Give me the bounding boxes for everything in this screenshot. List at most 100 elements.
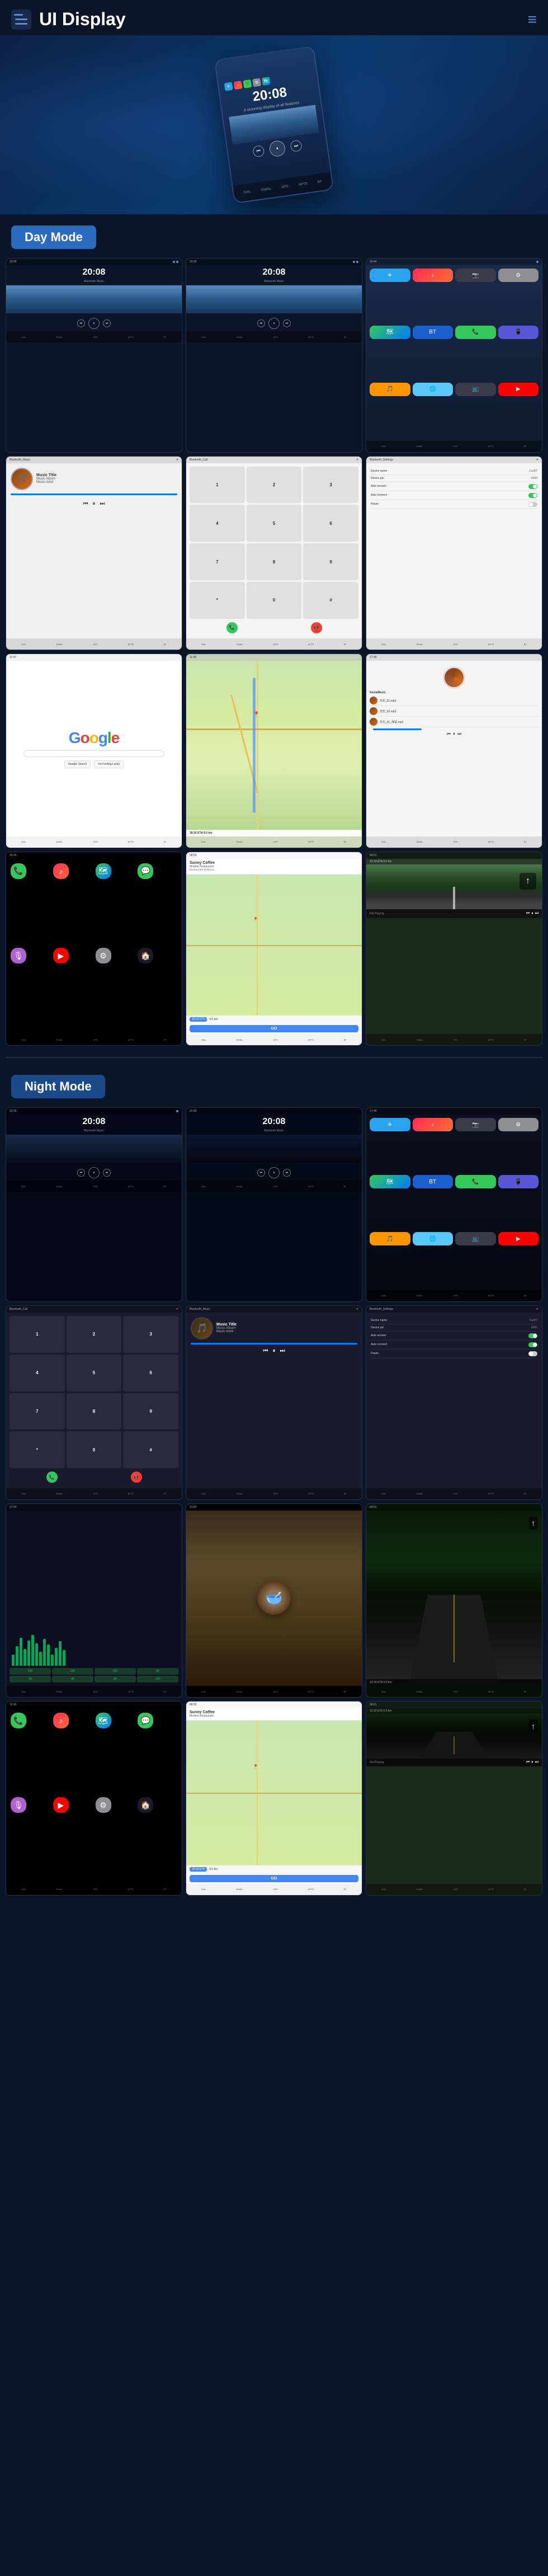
teal-app-icon[interactable]: 🌐 xyxy=(413,383,453,396)
night-bt-prev[interactable]: ⏮ xyxy=(263,1348,268,1354)
night-auto-answer-toggle[interactable] xyxy=(528,1333,537,1338)
cp-home-icon[interactable]: 🏠 xyxy=(138,948,153,963)
dial-star[interactable]: * xyxy=(190,582,245,619)
night-dial-3[interactable]: 3 xyxy=(123,1316,178,1353)
night-youtube-icon[interactable]: ▶ xyxy=(498,1232,539,1245)
media-play[interactable]: ⏸ xyxy=(531,911,533,916)
cp-phone-icon[interactable]: 📞 xyxy=(11,863,26,879)
power-toggle[interactable] xyxy=(528,502,537,507)
night-photo-icon[interactable]: 📷 xyxy=(455,1118,496,1131)
eq-btn-3[interactable]: 500 xyxy=(95,1668,136,1675)
night-dial-7[interactable]: 7 xyxy=(10,1393,65,1430)
track-1[interactable]: 华乐_01.mp3 xyxy=(370,695,538,706)
feeling-lucky-btn[interactable]: I'm Feeling Lucky xyxy=(94,760,124,768)
eq-btn-7[interactable]: 8K xyxy=(95,1676,136,1682)
eq-btn-5[interactable]: 2K xyxy=(10,1676,51,1682)
end-call-btn[interactable]: 📵 xyxy=(311,622,322,633)
night-cp-settings[interactable]: ⚙ xyxy=(96,1797,111,1813)
cp-settings-icon[interactable]: ⚙ xyxy=(96,948,111,963)
google-search-bar[interactable] xyxy=(23,750,164,757)
night-play-2[interactable]: ⏸ xyxy=(531,1760,533,1765)
dial-hash[interactable]: # xyxy=(303,582,358,619)
night-gray-icon[interactable]: 📺 xyxy=(455,1232,496,1245)
dial-7[interactable]: 7 xyxy=(190,543,245,580)
eq-btn-2[interactable]: 200 xyxy=(52,1668,93,1675)
play-pause-btn[interactable]: ⏸ xyxy=(88,318,100,329)
night-dial-2[interactable]: 2 xyxy=(67,1316,122,1353)
night-cp-youtube[interactable]: ▶ xyxy=(53,1797,69,1813)
dial-3[interactable]: 3 xyxy=(303,467,358,504)
phone-icon[interactable]: 📞 xyxy=(455,326,496,339)
menu-icon[interactable]: ≡ xyxy=(528,11,537,29)
telegram-icon[interactable]: ✈ xyxy=(370,269,410,282)
night-dial-0[interactable]: 0 xyxy=(67,1431,122,1468)
night-orange-icon[interactable]: 🎵 xyxy=(370,1232,410,1245)
night-dial-star[interactable]: * xyxy=(10,1431,65,1468)
cp-podcast-icon[interactable]: 🎙 xyxy=(11,948,26,963)
next-track-btn[interactable]: ⏭ xyxy=(103,319,111,327)
night-auto-connect-toggle[interactable] xyxy=(528,1342,537,1347)
track-3[interactable]: 华乐_01_测试.mp3 xyxy=(370,717,538,727)
youtube-icon[interactable]: ▶ xyxy=(498,383,539,396)
gray-app-1[interactable]: 📺 xyxy=(455,383,496,396)
dial-8[interactable]: 8 xyxy=(247,543,302,580)
night-dial-hash[interactable]: # xyxy=(123,1431,178,1468)
prev-btn-2[interactable]: ⏮ xyxy=(257,319,265,327)
night-play-2[interactable]: ⏸ xyxy=(268,1167,280,1178)
bt-next-btn[interactable]: ⏭ xyxy=(100,501,105,507)
orange-app-icon[interactable]: 🎵 xyxy=(370,383,410,396)
night-cp-music[interactable]: ♪ xyxy=(53,1713,69,1728)
cp-messages-icon[interactable]: 💬 xyxy=(138,863,153,879)
media-next[interactable]: ⏭ xyxy=(535,911,538,916)
play-pause-button[interactable]: ⏸ xyxy=(268,139,286,157)
bt-icon[interactable]: BT xyxy=(413,326,453,339)
prev-button[interactable]: ⏮ xyxy=(252,145,265,158)
media-prev[interactable]: ⏮ xyxy=(526,911,530,916)
night-dial-1[interactable]: 1 xyxy=(10,1316,65,1353)
night-dial-4[interactable]: 4 xyxy=(10,1355,65,1392)
cp-youtube-icon[interactable]: ▶ xyxy=(53,948,69,963)
night-prev-2[interactable]: ⏮ xyxy=(526,1760,530,1765)
purple-app-icon[interactable]: 📱 xyxy=(498,326,539,339)
bt-play-btn[interactable]: ⏸ xyxy=(93,501,96,507)
dial-2[interactable]: 2 xyxy=(247,467,302,504)
settings-icon[interactable]: ⚙ xyxy=(498,269,539,282)
go-button[interactable]: GO xyxy=(190,1025,358,1032)
night-cp-messages[interactable]: 💬 xyxy=(138,1713,153,1728)
night-maps-icon[interactable]: 🗺 xyxy=(370,1175,410,1188)
night-dial-9[interactable]: 9 xyxy=(123,1393,178,1430)
night-cp-home[interactable]: 🏠 xyxy=(138,1797,153,1813)
night-bt-next[interactable]: ⏭ xyxy=(280,1348,285,1354)
eq-btn-4[interactable]: 1K xyxy=(137,1668,178,1675)
night-dial-6[interactable]: 6 xyxy=(123,1355,178,1392)
night-cp-phone[interactable]: 📞 xyxy=(11,1713,26,1728)
local-prev[interactable]: ⏮ xyxy=(447,731,451,737)
night-cp-podcast[interactable]: 🎙 xyxy=(11,1797,26,1813)
night-telegram-icon[interactable]: ✈ xyxy=(370,1118,410,1131)
next-button[interactable]: ⏭ xyxy=(290,139,303,152)
local-play[interactable]: ⏸ xyxy=(453,731,455,737)
night-end-btn[interactable]: 📵 xyxy=(131,1472,142,1483)
next-btn-2[interactable]: ⏭ xyxy=(283,319,291,327)
night-bt-icon[interactable]: BT xyxy=(413,1175,453,1188)
night-settings-icon[interactable]: ⚙ xyxy=(498,1118,539,1131)
night-phone-icon[interactable]: 📞 xyxy=(455,1175,496,1188)
google-search-btn[interactable]: Google Search xyxy=(64,760,91,768)
dial-1[interactable]: 1 xyxy=(190,467,245,504)
night-teal-icon[interactable]: 🌐 xyxy=(413,1232,453,1245)
night-call-btn[interactable]: 📞 xyxy=(46,1472,58,1483)
photo-icon[interactable]: 📷 xyxy=(455,269,496,282)
night-play-1[interactable]: ⏸ xyxy=(88,1167,100,1178)
music-icon[interactable]: ♪ xyxy=(413,269,453,282)
night-music-icon[interactable]: ♪ xyxy=(413,1118,453,1131)
night-next-2[interactable]: ⏭ xyxy=(535,1760,538,1765)
night-dial-5[interactable]: 5 xyxy=(67,1355,122,1392)
bt-prev-btn[interactable]: ⏮ xyxy=(83,501,88,507)
cp-music-icon[interactable]: ♪ xyxy=(53,863,69,879)
night-go-button[interactable]: GO xyxy=(190,1875,358,1882)
night-cp-maps[interactable]: 🗺 xyxy=(96,1713,111,1728)
night-power-toggle[interactable] xyxy=(528,1351,537,1356)
hamburger-menu[interactable] xyxy=(11,10,31,30)
night-dial-8[interactable]: 8 xyxy=(67,1393,122,1430)
night-prev-1[interactable]: ⏮ xyxy=(77,1169,85,1177)
